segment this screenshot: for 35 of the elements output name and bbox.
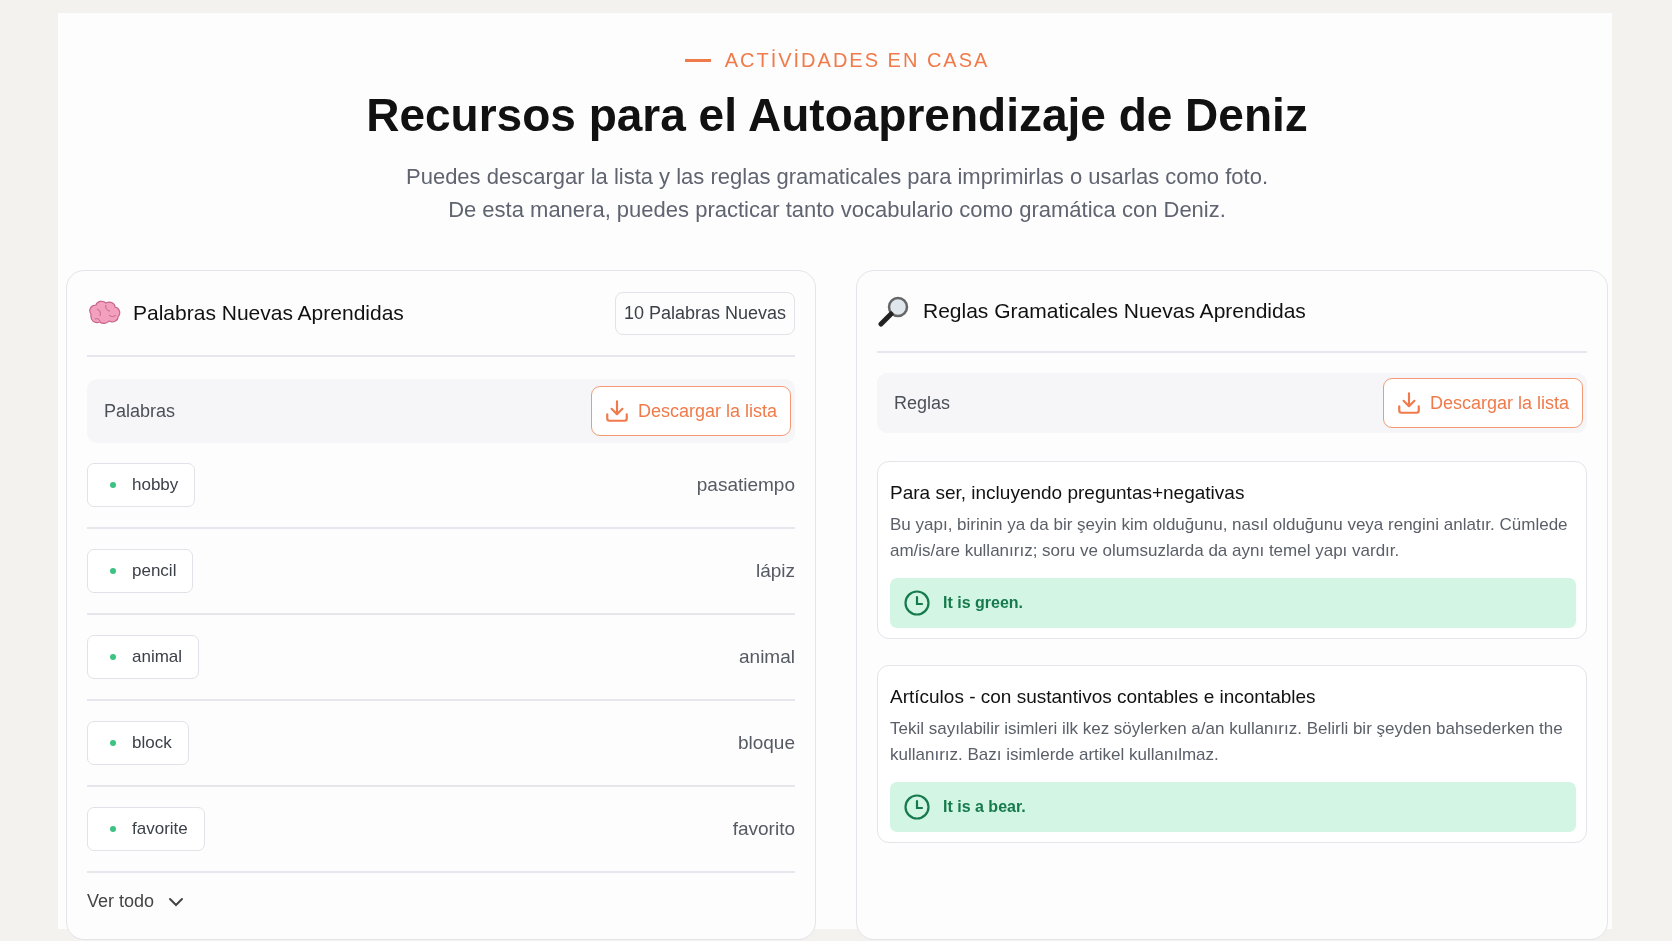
translation-text: favorito — [732, 818, 795, 840]
word-chip: hobby — [87, 463, 196, 507]
word-chip: favorite — [87, 807, 205, 851]
download-icon — [1395, 390, 1422, 416]
clock-icon — [903, 793, 931, 821]
rule-title: Artículos - con sustantivos contables e incontables — [890, 686, 1317, 708]
download-button[interactable]: Descargar la lista — [590, 386, 791, 436]
translation-text: bloque — [737, 732, 795, 754]
column-label: Palabras — [104, 400, 176, 422]
card-title: Palabras Nuevas Aprendidas — [133, 301, 404, 325]
magnifier-icon — [877, 295, 911, 327]
download-icon — [603, 398, 630, 424]
clock-icon — [903, 589, 931, 617]
translation-text: pasatiempo — [696, 474, 795, 496]
chevron-down-icon — [168, 896, 185, 907]
rule-title: Para ser, incluyendo preguntas+negativas — [890, 482, 1246, 504]
column-label: Reglas — [894, 392, 951, 414]
rule-description: Tekil sayılabilir isimleri ilk kez söylerken a/an kullanırız. Belirli bir şeyden bahsederken the kullanırız. Bazı isimlerde artikel kullanılmaz. — [890, 718, 1564, 766]
example-text: It is green. — [943, 594, 1024, 612]
rule-description: Bu yapı, birinin ya da bir şeyin kim olduğunu, nasıl olduğunu veya rengini anlatır. Cümlede am/is/are kullanırız; soru ve olumsuzlarda da aynı temel yapı vardır. — [890, 514, 1569, 562]
word-chip: block — [87, 721, 189, 765]
word-chip: pencil — [87, 549, 194, 593]
count-badge: 10 Palabras Nuevas — [614, 291, 795, 335]
show-all-link[interactable]: Ver todo — [87, 891, 185, 912]
subtitle-text: De esta manera, puedes practicar tanto vocabulario como gramática con Deniz. — [447, 196, 1227, 224]
page-title: Recursos para el Autoaprendizaje de Deniz — [366, 88, 1308, 142]
example-text: It is a bear. — [943, 798, 1026, 816]
card-title: Reglas Gramaticales Nuevas Aprendidas — [923, 299, 1306, 323]
brain-icon — [87, 299, 121, 327]
eyebrow-text: ACTİVİDADES EN CASA — [724, 49, 990, 72]
subtitle-text: Puedes descargar la lista y las reglas gramaticales para imprimirlas o usarlas como foto. — [406, 163, 1268, 191]
translation-text: lápiz — [755, 560, 795, 582]
word-chip: animal — [87, 635, 200, 679]
translation-text: animal — [739, 646, 795, 668]
download-button[interactable]: Descargar la lista — [1382, 378, 1583, 428]
